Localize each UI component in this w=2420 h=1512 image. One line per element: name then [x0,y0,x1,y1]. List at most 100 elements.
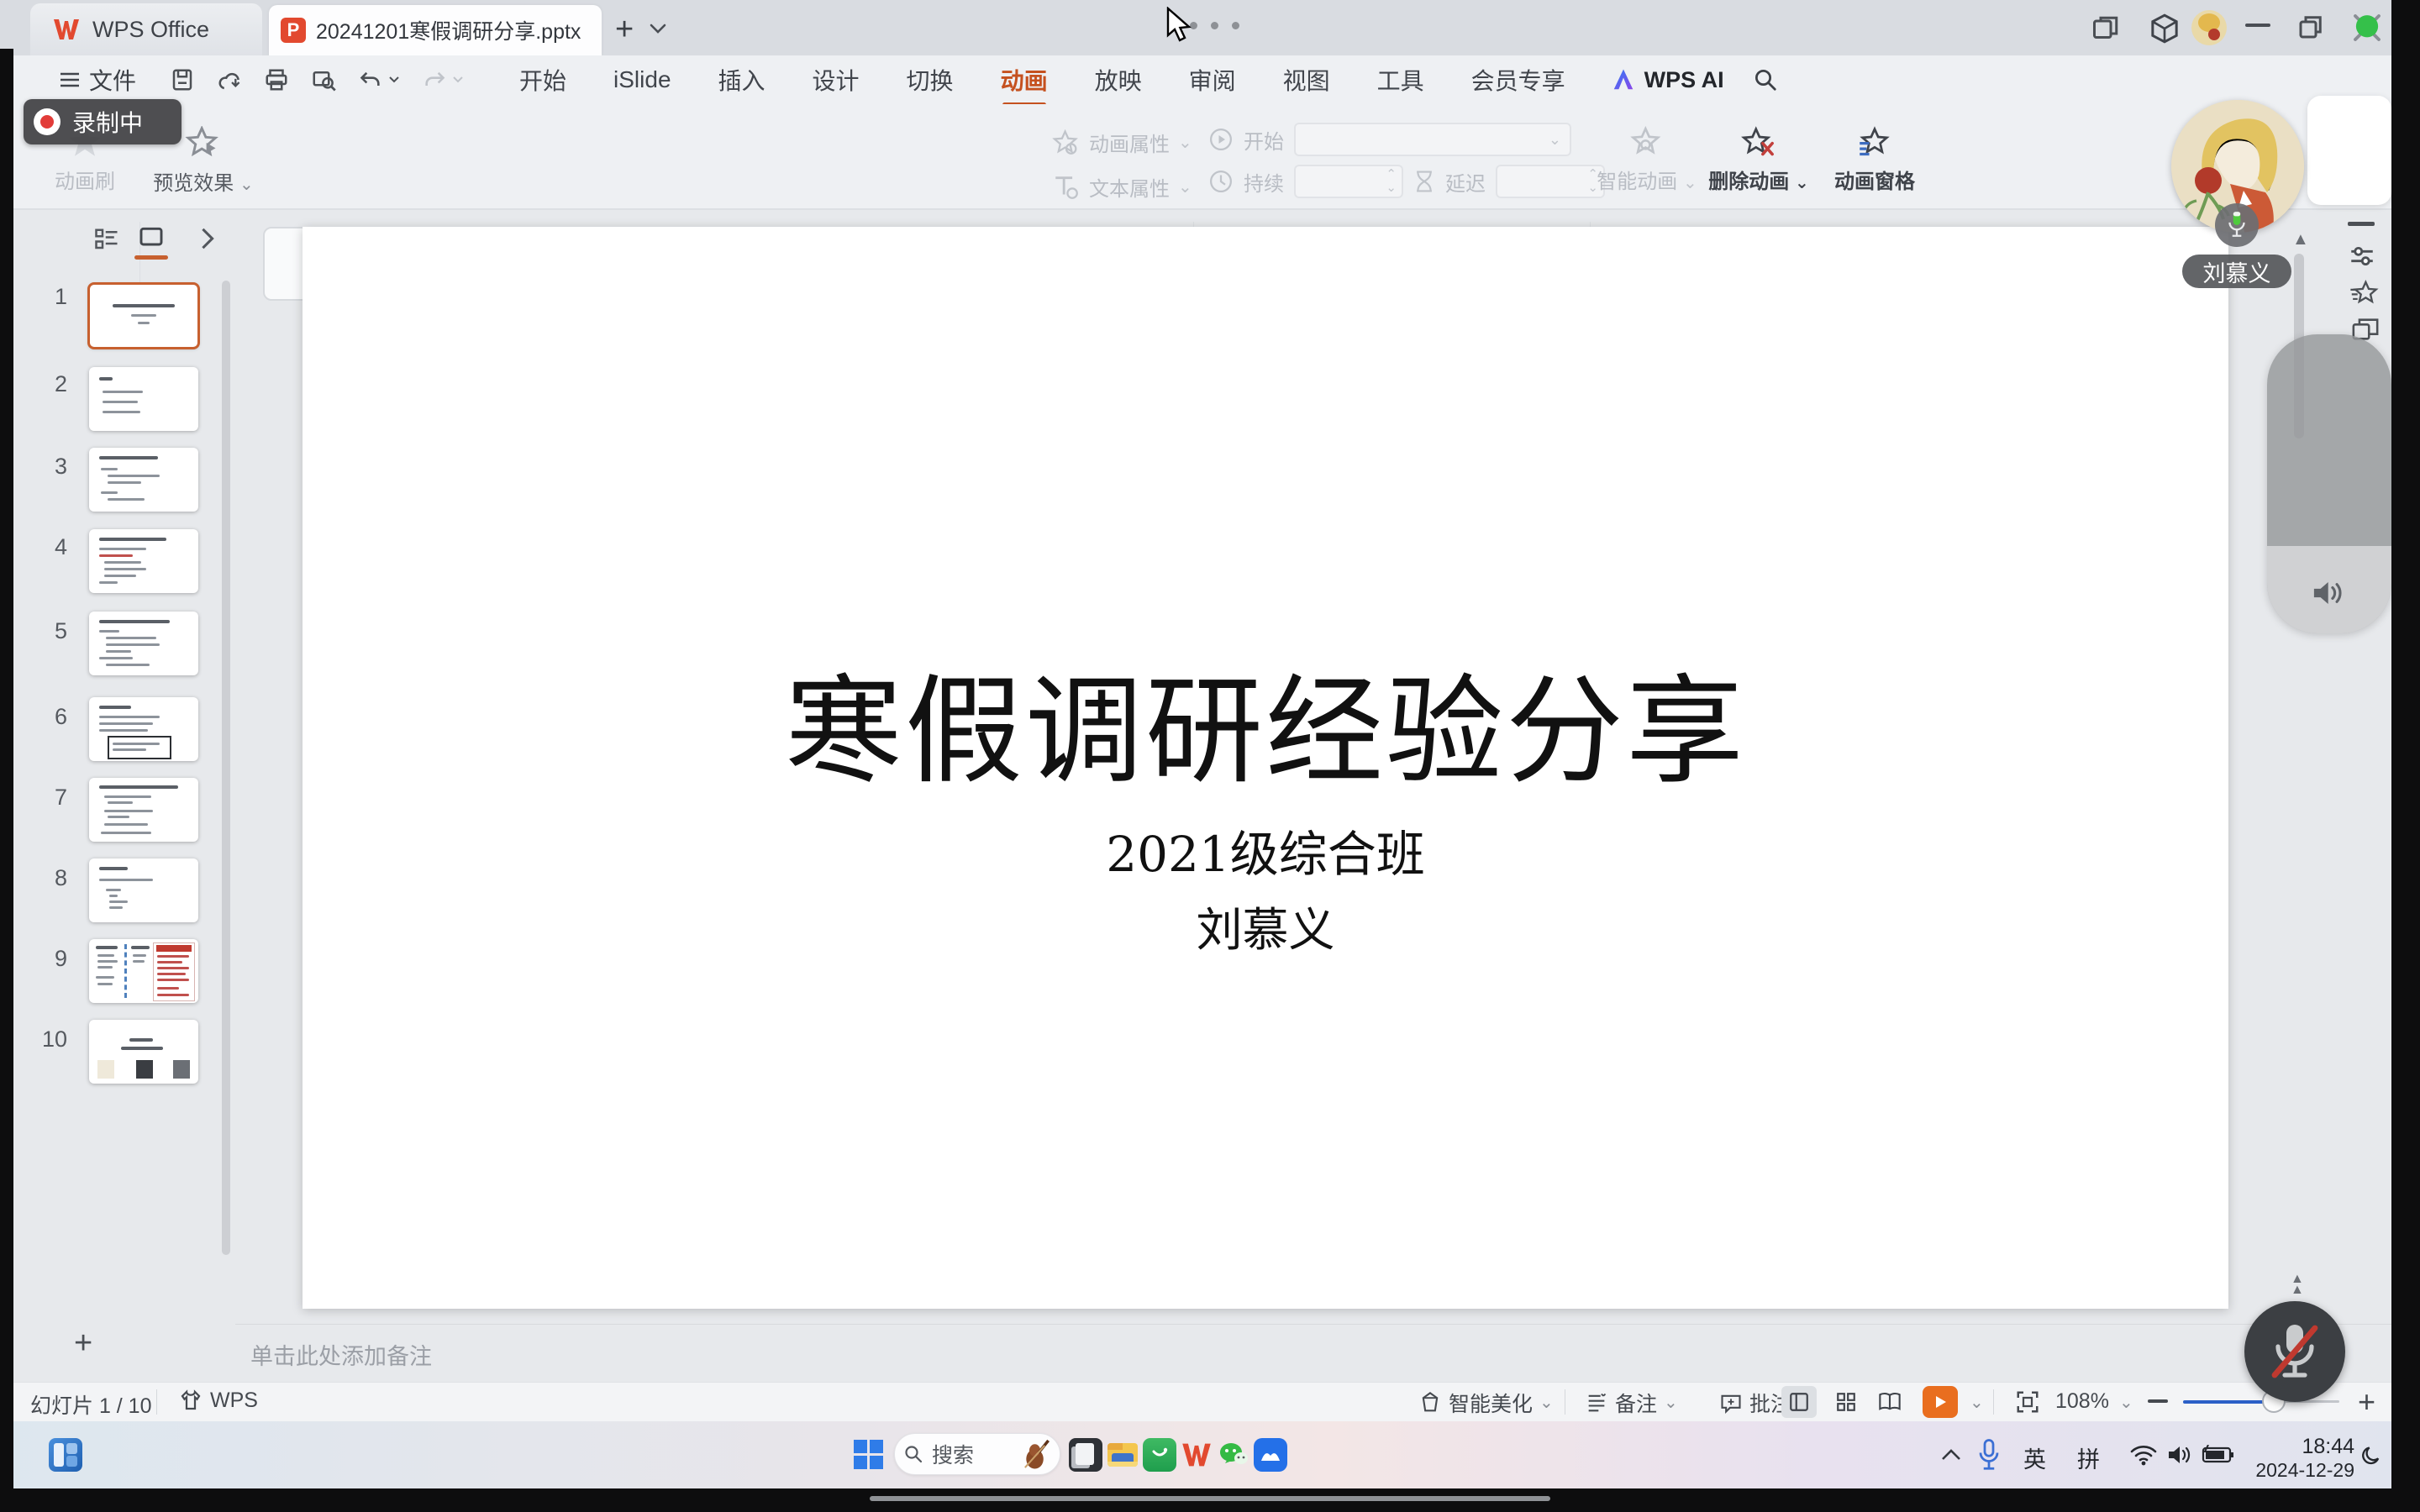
slide-thumbnail-8[interactable] [89,858,198,922]
duration-spinner[interactable]: ⌃⌄ [1294,165,1403,198]
file-explorer-icon[interactable] [1106,1438,1139,1472]
slide-thumbnail-10[interactable] [89,1020,198,1084]
wps-theme-button[interactable]: WPS [178,1388,258,1413]
fit-to-window-icon[interactable] [2015,1389,2040,1415]
workspace-windows-icon[interactable] [2091,13,2121,44]
slide-title[interactable]: 寒假调研经验分享 [302,637,2228,806]
slide-author[interactable]: 刘慕义 [302,892,2228,959]
sidebar-settings-sliders-icon[interactable] [2348,242,2376,270]
delay-spinner[interactable]: ⌃⌄ [1496,165,1605,198]
tab-view[interactable]: 视图 [1278,63,1335,97]
zoom-level[interactable]: 108% [2055,1389,2109,1414]
animation-properties-button[interactable]: 动画属性⌄ [1052,128,1192,157]
wps-ai-button[interactable]: WPS AI [1611,67,1724,93]
sidebar-animation-star-icon[interactable] [2349,279,2380,307]
slide-view-icon[interactable] [138,225,168,260]
widgets-icon[interactable] [49,1438,82,1472]
zoom-in-button[interactable]: + [2358,1384,2375,1420]
slide-thumbnail-6[interactable] [89,697,198,761]
tab-animation[interactable]: 动画 [996,63,1053,97]
slideshow-play-button[interactable] [1923,1386,1958,1418]
print-preview-icon[interactable] [311,67,336,92]
slide-sorter-view-button[interactable] [1828,1386,1864,1418]
slide-thumbnail-7[interactable] [89,778,198,842]
tencent-meeting-icon[interactable] [1254,1438,1287,1472]
recorder-side-panel[interactable] [2267,334,2391,633]
start-dropdown[interactable]: ⌄ [1294,123,1571,156]
battery-icon[interactable] [2202,1445,2235,1465]
slide-subtitle[interactable]: 2021级综合班 [302,815,2228,885]
speaker-icon[interactable] [2166,1443,2195,1467]
tab-list-chevron-icon[interactable] [649,22,667,35]
save-icon[interactable] [170,67,195,92]
wps-home-tab[interactable]: WPS Office [30,3,262,55]
reading-view-button[interactable] [1872,1386,1907,1418]
wifi-icon[interactable] [2129,1443,2158,1467]
search-icon[interactable] [1753,67,1778,92]
tab-design[interactable]: 设计 [808,63,865,97]
tab-insert[interactable]: 插入 [713,63,771,97]
wps-office-taskbar-icon[interactable] [1180,1438,1213,1472]
file-menu[interactable]: 文件 [59,63,136,97]
presenter-mic-status[interactable] [2215,203,2259,247]
slide-thumbnail-9[interactable] [89,939,198,1003]
add-slide-button[interactable]: + [74,1326,92,1362]
tab-home[interactable]: 开始 [514,63,571,97]
mute-microphone-button[interactable] [2244,1301,2345,1402]
ime-language-primary[interactable]: 英 [2023,1441,2046,1474]
wechat-icon[interactable] [1217,1438,1250,1472]
redo-chevron-icon[interactable] [452,75,464,85]
slide-thumbnail-1[interactable] [89,284,198,348]
print-icon[interactable] [264,67,289,92]
previous-slide-icon[interactable]: ▲▲ [2291,1273,2304,1295]
tab-membership[interactable]: 会员专享 [1466,63,1570,97]
expand-panel-icon[interactable] [197,227,218,250]
slide-canvas[interactable]: 寒假调研经验分享 2021级综合班 刘慕义 [302,227,2228,1309]
undo-chevron-icon[interactable] [388,75,400,85]
notes-button[interactable]: 备注⌄ [1585,1388,1678,1418]
tab-tools[interactable]: 工具 [1372,63,1429,97]
slide-panel-scrollbar[interactable] [222,281,230,1255]
outline-view-icon[interactable] [94,227,119,252]
tab-transition[interactable]: 切换 [902,63,959,97]
task-view-icon[interactable] [1069,1438,1102,1472]
redo-button[interactable] [422,68,464,92]
delete-animation-button[interactable]: 删除动画 ⌄ [1704,126,1813,194]
slide-thumbnail-5[interactable] [89,612,198,675]
animation-pane-button[interactable]: 动画窗格 [1820,126,1929,194]
text-properties-button[interactable]: 文本属性⌄ [1052,172,1192,202]
tray-clock[interactable]: 18:44 2024-12-29 [2245,1435,2354,1482]
microsoft-store-icon[interactable] [1143,1438,1176,1472]
tray-expand-icon[interactable] [1939,1446,1963,1463]
new-tab-button[interactable]: + [615,12,634,48]
slide-thumbnail-3[interactable] [89,448,198,512]
notes-area[interactable]: 单击此处添加备注 [235,1324,2391,1382]
close-window-button[interactable] [2349,10,2385,45]
play-options-chevron-icon[interactable]: ⌄ [1970,1394,1984,1411]
undo-button[interactable] [358,68,400,92]
zoom-slider-track-left[interactable] [2183,1400,2272,1404]
tray-mic-icon[interactable] [1976,1438,2002,1472]
start-button[interactable] [854,1440,884,1470]
document-tab[interactable]: P 20241201寒假调研分享.pptx [269,5,602,55]
smart-animation-button[interactable]: 智能动画 ⌄ [1597,126,1697,194]
tab-review[interactable]: 审阅 [1184,63,1241,97]
normal-view-button[interactable] [1781,1386,1817,1418]
taskbar-search-box[interactable]: 搜索 [894,1433,1060,1475]
output-icon[interactable] [217,67,242,92]
account-avatar[interactable] [2191,10,2227,45]
zoom-chevron-icon[interactable]: ⌄ [2119,1394,2133,1411]
ime-language-secondary[interactable]: 拼 [2077,1441,2100,1474]
panel-speaker-icon[interactable] [2311,576,2348,610]
smart-beautify-button[interactable]: 智能美化⌄ [1418,1388,1554,1418]
recording-badge[interactable]: 录制中 [24,99,182,144]
minimize-button[interactable] [2245,24,2270,27]
tab-islide[interactable]: iSlide [608,66,676,93]
notes-placeholder[interactable]: 单击此处添加备注 [250,1338,432,1371]
sidebar-collapse-icon[interactable] [2348,222,2375,226]
zoom-out-button[interactable] [2148,1399,2168,1403]
slide-thumbnail-2[interactable] [89,367,198,431]
slide-thumbnail-4[interactable] [89,529,198,593]
restore-window-button[interactable] [2296,12,2326,42]
3d-cube-icon[interactable] [2148,12,2181,45]
